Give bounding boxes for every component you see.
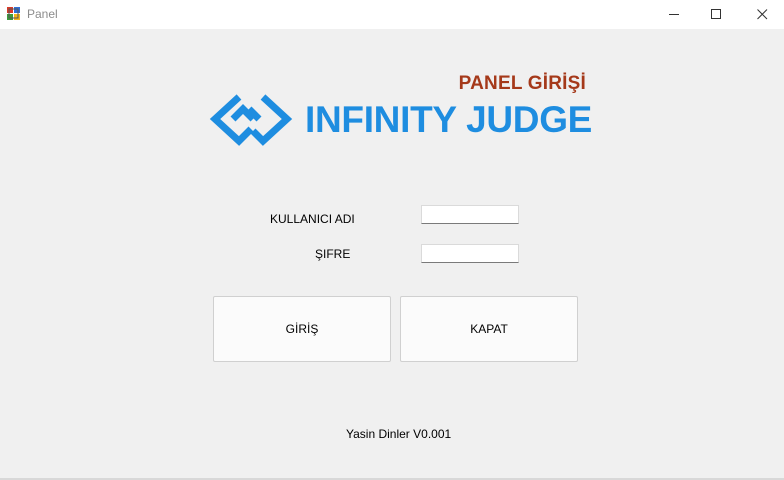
- close-button[interactable]: KAPAT: [400, 296, 578, 362]
- infinity-judge-logo-icon: [209, 94, 293, 146]
- window-title: Panel: [27, 7, 58, 21]
- password-label: ŞIFRE: [315, 247, 351, 261]
- username-input[interactable]: [421, 205, 519, 224]
- version-footer: Yasin Dinler V0.001: [346, 427, 452, 441]
- minimize-button[interactable]: [652, 0, 698, 29]
- maximize-icon: [711, 9, 721, 19]
- app-icon: [7, 7, 20, 20]
- password-input[interactable]: [421, 244, 519, 263]
- minimize-icon: [669, 14, 679, 15]
- username-label: KULLANICI ADI: [270, 212, 355, 226]
- brand-name: INFINITY JUDGE: [305, 99, 593, 140]
- title-bar[interactable]: Panel: [0, 0, 784, 29]
- close-window-button[interactable]: [740, 0, 784, 29]
- app-window: Panel PANEL GİRİŞİ INFINITY JUDGE KULLAN…: [0, 0, 784, 480]
- form-client-area: PANEL GİRİŞİ INFINITY JUDGE KULLANICI AD…: [0, 29, 784, 480]
- panel-title: PANEL GİRİŞİ: [458, 73, 586, 94]
- login-button[interactable]: GİRİŞ: [213, 296, 391, 362]
- maximize-button[interactable]: [694, 0, 740, 29]
- close-icon: [757, 9, 768, 20]
